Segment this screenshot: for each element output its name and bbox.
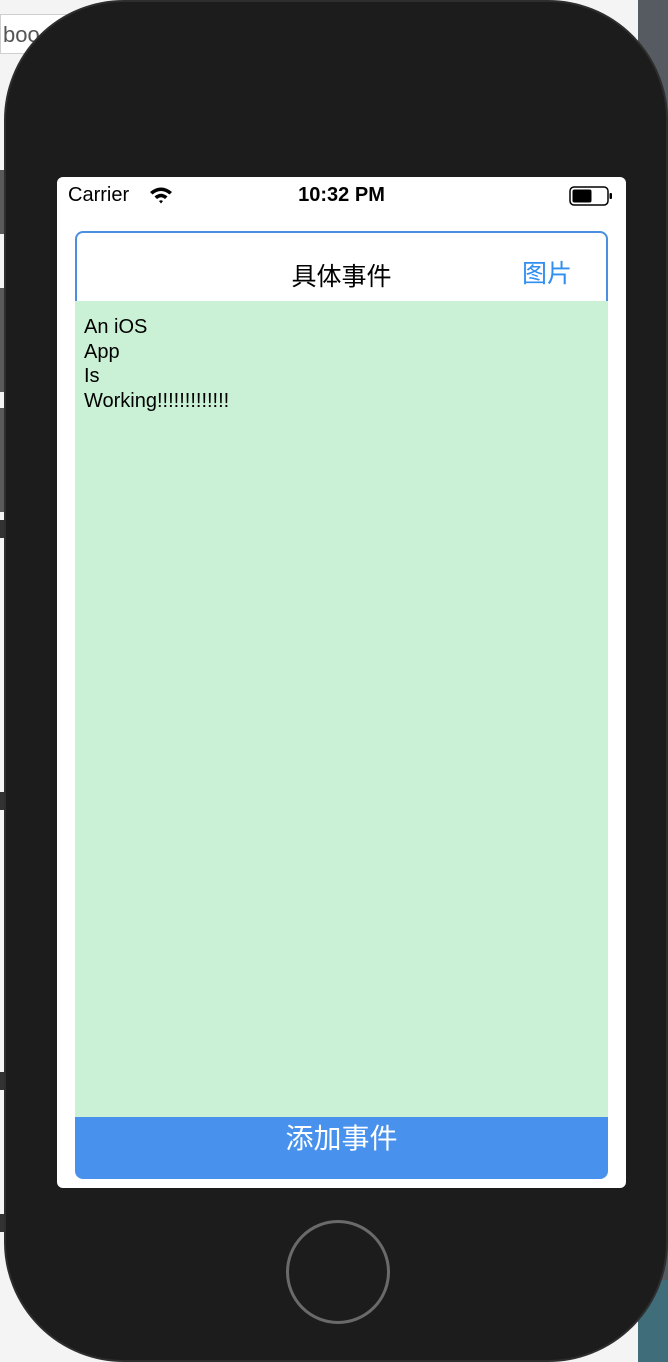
device-screen: Carrier 10:32 PM 具体事件 图片 An iOS App Is W… [57,177,626,1188]
battery-icon [569,186,613,206]
iphone-simulator-frame: Carrier 10:32 PM 具体事件 图片 An iOS App Is W… [4,0,668,1362]
status-bar: Carrier 10:32 PM [57,177,626,215]
add-event-button[interactable]: 添加事件 [75,1117,608,1179]
home-button[interactable] [286,1220,390,1324]
image-button[interactable]: 图片 [522,254,572,290]
event-text-view[interactable]: An iOS App Is Working!!!!!!!!!!!!! [75,301,608,1117]
status-time: 10:32 PM [298,184,385,206]
